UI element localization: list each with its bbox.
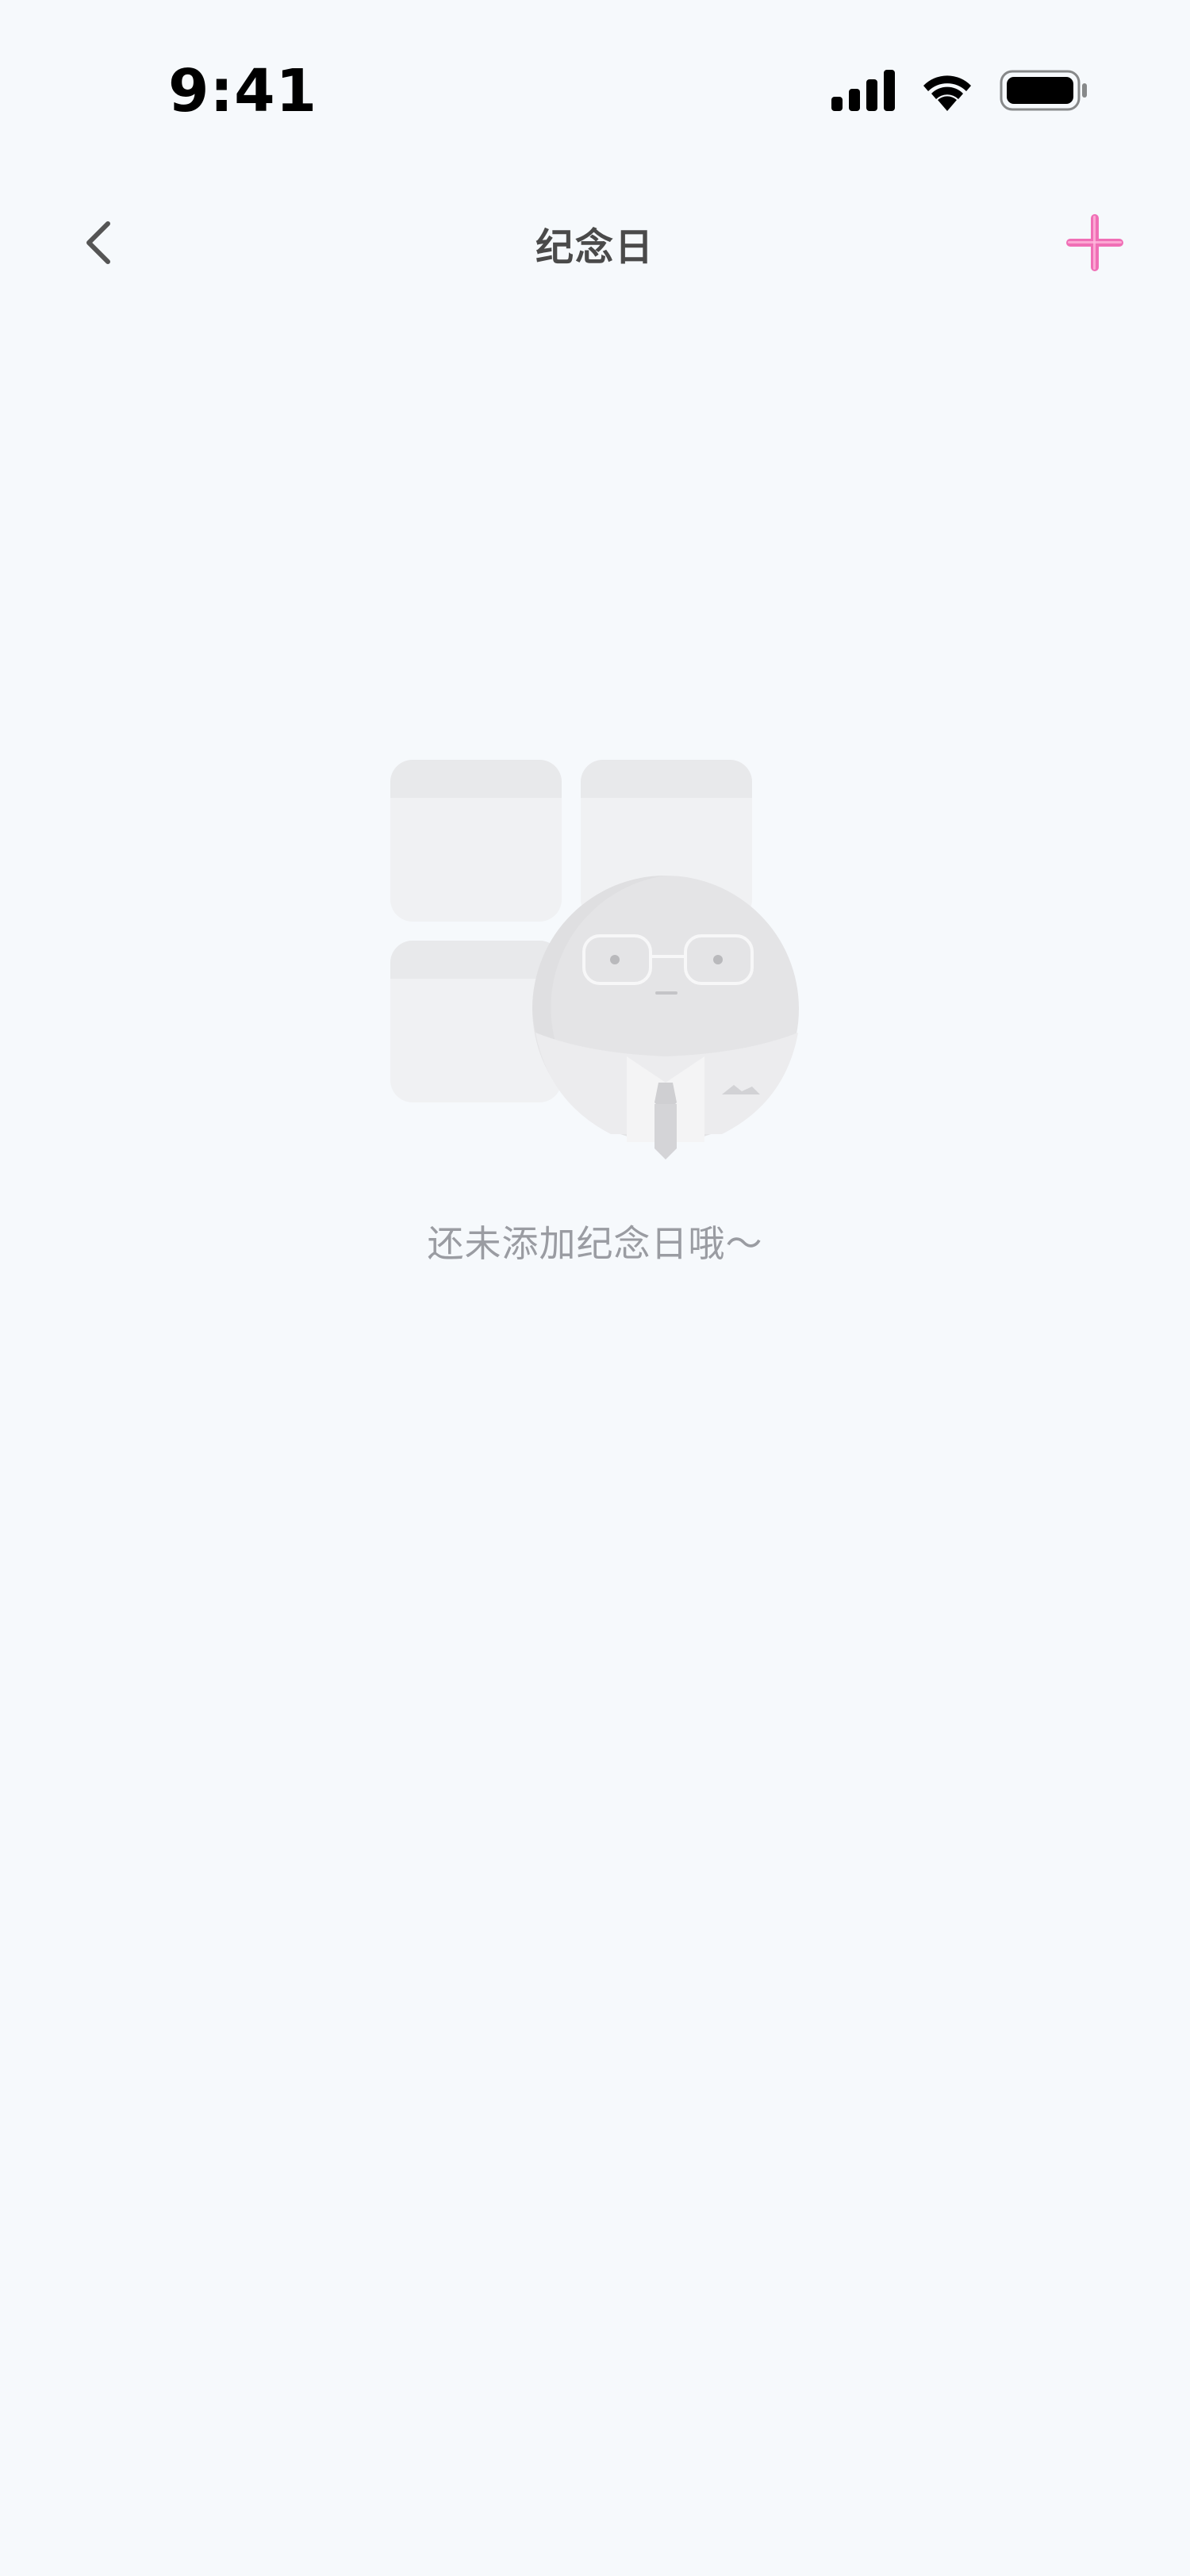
empty-state-illustration bbox=[381, 746, 809, 1174]
status-icons bbox=[831, 70, 1088, 114]
plus-icon bbox=[1063, 211, 1127, 278]
page-title: 纪念日 bbox=[535, 225, 654, 270]
character bbox=[532, 876, 799, 1160]
status-bar: 9:41 bbox=[0, 0, 1190, 190]
status-time: 9:41 bbox=[168, 57, 318, 125]
wifi-icon bbox=[919, 70, 976, 114]
cellular-signal-icon bbox=[831, 70, 895, 114]
battery-icon bbox=[1000, 70, 1088, 114]
empty-state-message: 还未添加纪念日哦～ bbox=[427, 1222, 763, 1265]
nav-bar: 纪念日 bbox=[0, 182, 1190, 301]
add-anniversary-button[interactable] bbox=[1057, 206, 1133, 282]
